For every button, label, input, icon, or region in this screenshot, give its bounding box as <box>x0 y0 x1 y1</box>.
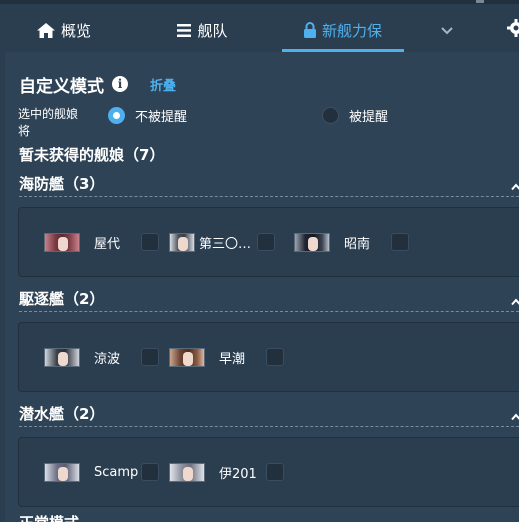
category-panel: Scamp 伊201 <box>18 437 519 507</box>
ship-item: 早潮 <box>169 347 284 367</box>
ship-avatar <box>44 232 80 252</box>
ship-avatar <box>169 347 205 367</box>
tab-overview-label: 概览 <box>60 21 91 40</box>
ship-checkbox[interactable] <box>141 348 159 366</box>
tab-overview[interactable]: 概览 <box>24 8 104 52</box>
radio-not-remind[interactable]: 不被提醒 <box>108 106 188 125</box>
list-icon <box>177 23 192 37</box>
tab-fleet[interactable]: 舰队 <box>165 8 240 52</box>
chevron-down-icon <box>441 21 453 39</box>
category-header[interactable]: 海防艦（3） <box>19 173 519 197</box>
gear-icon <box>507 19 519 41</box>
ship-name: 第三〇号海防艦 <box>199 236 255 252</box>
ship-item: 伊201 <box>169 462 284 482</box>
ship-item: Scamp <box>44 462 159 482</box>
nav-more-dropdown[interactable] <box>432 8 462 52</box>
selector-label: 选中的舰娘将 <box>18 107 79 138</box>
radio-not-remind-label: 不被提醒 <box>135 109 188 125</box>
ship-avatar <box>44 347 80 367</box>
ship-avatar <box>169 462 205 482</box>
ship-checkbox[interactable] <box>266 463 284 481</box>
ship-item: 第三〇号海防艦 <box>169 232 275 252</box>
ship-checkbox[interactable] <box>391 233 409 251</box>
ship-item: 昭南 <box>294 232 409 252</box>
settings-panel: 自定义模式 i 折叠 选中的舰娘将 不被提醒 被提醒 暂未获得的舰娘（7） 海防… <box>5 52 519 522</box>
radio-unchecked-icon <box>322 106 339 124</box>
tab-new-ship-protect-label: 新舰力保 <box>321 21 382 40</box>
chevron-up-icon[interactable] <box>511 291 519 306</box>
category-header[interactable]: 潜水艦（2） <box>19 403 519 427</box>
category-panel: 涼波 早潮 <box>18 322 519 392</box>
tab-fleet-label: 舰队 <box>197 21 228 40</box>
window-strip <box>0 0 519 4</box>
ship-name: 昭南 <box>344 236 371 252</box>
chevron-up-icon[interactable] <box>511 406 519 421</box>
ship-avatar <box>169 232 195 252</box>
page-title: 自定义模式 <box>19 76 104 97</box>
ship-name: 早潮 <box>219 351 246 367</box>
ship-checkbox[interactable] <box>266 348 284 366</box>
settings-button[interactable] <box>506 8 519 52</box>
info-icon[interactable]: i <box>112 76 128 92</box>
next-section-title: 正常模式 <box>19 512 79 522</box>
unobtained-title: 暂未获得的舰娘（7） <box>19 146 165 164</box>
radio-remind-label: 被提醒 <box>349 109 389 125</box>
category-title: 駆逐艦（2） <box>19 290 105 308</box>
category-title: 潜水艦（2） <box>19 405 105 423</box>
chevron-up-icon[interactable] <box>511 176 519 191</box>
lock-icon <box>303 22 316 38</box>
fold-link[interactable]: 折叠 <box>150 75 176 94</box>
top-nav: 概览 舰队 新舰力保 <box>0 0 519 52</box>
category-title: 海防艦（3） <box>19 175 105 193</box>
home-icon <box>36 22 55 38</box>
category-panel: 屋代 第三〇号海防艦 昭南 <box>18 207 519 277</box>
ship-item: 屋代 <box>44 232 159 252</box>
radio-remind[interactable]: 被提醒 <box>322 106 389 125</box>
radio-checked-icon <box>108 106 125 124</box>
ship-avatar <box>294 232 330 252</box>
ship-avatar <box>44 462 80 482</box>
ship-checkbox[interactable] <box>257 233 275 251</box>
ship-name: 涼波 <box>94 351 121 367</box>
ship-name: Scamp <box>94 464 139 480</box>
ship-item: 涼波 <box>44 347 159 367</box>
ship-name: 屋代 <box>94 236 121 252</box>
window-control[interactable] <box>476 0 484 3</box>
ship-checkbox[interactable] <box>141 463 159 481</box>
category-header[interactable]: 駆逐艦（2） <box>19 288 519 312</box>
tab-new-ship-protect[interactable]: 新舰力保 <box>282 8 404 52</box>
ship-checkbox[interactable] <box>141 233 159 251</box>
section-header: 自定义模式 i 折叠 <box>19 72 176 97</box>
ship-name: 伊201 <box>219 466 257 482</box>
